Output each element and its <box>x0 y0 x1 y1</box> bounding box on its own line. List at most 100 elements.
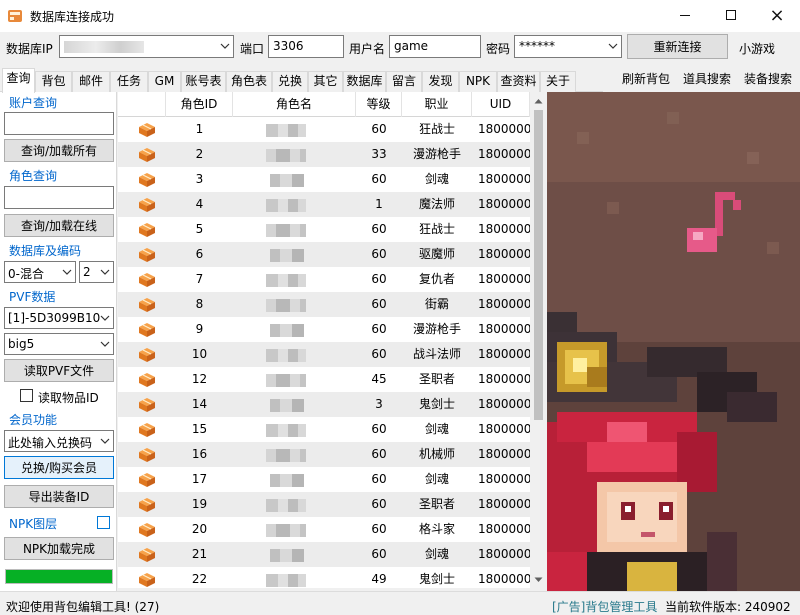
chevron-down-icon <box>100 269 110 275</box>
export-equipment-id-button[interactable]: 导出装备ID <box>4 485 114 508</box>
tab-query[interactable]: 查询 <box>2 68 35 93</box>
icon-column-header[interactable] <box>118 92 166 117</box>
table-row[interactable]: 6 60 驱魔师 1800000 <box>118 242 530 267</box>
level-cell: 33 <box>371 147 387 161</box>
uid-column-header[interactable]: UID <box>472 92 530 117</box>
role-id-cell: 22 <box>191 572 208 586</box>
ad-link[interactable]: [广告]背包管理工具 <box>552 598 657 615</box>
tab-other[interactable]: 其它 <box>308 71 343 92</box>
table-row[interactable]: 3 60 剑魂 1800000 <box>118 167 530 192</box>
redaction-block <box>300 524 306 537</box>
equipment-search-button[interactable]: 装备搜索 <box>744 70 792 87</box>
maximize-button[interactable] <box>708 0 754 30</box>
table-row[interactable]: 1 60 狂战士 18000000 <box>118 117 530 142</box>
tab-lookup[interactable]: 查资料 <box>497 71 540 92</box>
tab-task[interactable]: 任务 <box>110 71 148 92</box>
tab-message[interactable]: 留言 <box>386 71 422 92</box>
query-load-online-button[interactable]: 查询/加载在线 <box>4 214 114 237</box>
role-id-cell: 12 <box>191 372 208 386</box>
tab-about[interactable]: 关于 <box>540 71 576 92</box>
level-cell: 60 <box>371 422 387 436</box>
minimize-button[interactable] <box>662 0 708 30</box>
mini-game-link[interactable]: 小游戏 <box>739 40 775 57</box>
username-input[interactable]: game <box>389 35 481 58</box>
redaction-block <box>292 174 304 187</box>
port-input[interactable]: 3306 <box>268 35 344 58</box>
tab-bag[interactable]: 背包 <box>35 71 72 92</box>
level-cell: 60 <box>371 547 387 561</box>
table-row[interactable]: 10 60 战斗法师 1800000 <box>118 342 530 367</box>
tab-gm[interactable]: GM <box>148 71 181 92</box>
pvf-file-select[interactable]: [1]-5D3099B10 <box>4 307 114 329</box>
role-query-input[interactable] <box>4 186 114 209</box>
table-row[interactable]: 16 60 机械师 1800000 <box>118 442 530 467</box>
npk-loaded-button[interactable]: NPK加载完成 <box>4 537 114 560</box>
role-id-column-header[interactable]: 角色ID <box>166 92 233 117</box>
level-column-header[interactable]: 等级 <box>356 92 402 117</box>
table-row[interactable]: 17 60 剑魂 1800000 <box>118 467 530 492</box>
number-select[interactable]: 2 <box>79 261 114 283</box>
table-row[interactable]: 14 3 鬼剑士 1800000 <box>118 392 530 417</box>
table-row[interactable]: 2 33 漫游枪手 18000000 <box>118 142 530 167</box>
redaction-block <box>298 124 306 137</box>
redaction-block <box>292 549 304 562</box>
uid-cell: 18000000 <box>478 372 530 386</box>
scroll-thumb[interactable] <box>534 110 543 420</box>
query-load-all-button[interactable]: 查询/加载所有 <box>4 139 114 162</box>
tab-account-table[interactable]: 账号表 <box>181 71 226 92</box>
table-row[interactable]: 7 60 复仇者 1800000 <box>118 267 530 292</box>
reconnect-button[interactable]: 重新连接 <box>627 34 728 59</box>
tab-npk[interactable]: NPK <box>459 71 497 92</box>
table-row[interactable]: 20 60 格斗家 1800000 <box>118 517 530 542</box>
npk-layer-checkbox[interactable] <box>97 516 110 529</box>
tab-role-table[interactable]: 角色表 <box>226 71 272 92</box>
buy-member-button[interactable]: 兑换/购买会员 <box>4 456 114 479</box>
table-scrollbar[interactable] <box>530 92 547 588</box>
item-search-button[interactable]: 道具搜索 <box>683 70 731 87</box>
encoding-select[interactable]: big5 <box>4 333 114 355</box>
table-row[interactable]: 4 1 魔法师 1800000 <box>118 192 530 217</box>
account-query-input[interactable] <box>4 112 114 135</box>
db-ip-select[interactable] <box>59 35 234 58</box>
scroll-up-button[interactable] <box>530 92 547 109</box>
table-row[interactable]: 21 60 剑魂 1800000 <box>118 542 530 567</box>
table-row[interactable]: 15 60 剑魂 1800000 <box>118 417 530 442</box>
redaction-block <box>266 424 278 437</box>
redaction-block <box>270 324 280 337</box>
role-id-cell: 19 <box>191 497 208 511</box>
table-row[interactable]: 12 45 圣职者 18000000 <box>118 367 530 392</box>
role-id-cell: 9 <box>195 322 204 336</box>
password-input[interactable]: ****** <box>514 35 622 58</box>
item-box-icon <box>139 548 155 562</box>
uid-cell: 1800000 <box>478 472 530 486</box>
tab-database[interactable]: 数据库 <box>343 71 386 92</box>
role-id-cell: 1 <box>195 122 204 136</box>
role-name-column-header[interactable]: 角色名 <box>233 92 356 117</box>
table-row[interactable]: 22 49 鬼剑士 1800000 <box>118 567 530 588</box>
refresh-bag-button[interactable]: 刷新背包 <box>622 70 670 87</box>
scroll-down-button[interactable] <box>530 571 547 588</box>
tab-mail[interactable]: 邮件 <box>72 71 110 92</box>
uid-cell: 1800000 <box>478 347 530 361</box>
item-box-icon <box>139 373 155 387</box>
table-row[interactable]: 9 60 漫游枪手 1800000 <box>118 317 530 342</box>
mode-select[interactable]: 0-混合 <box>4 261 76 283</box>
table-row[interactable]: 5 60 狂战士 1800000 <box>118 217 530 242</box>
job-cell: 复仇者 <box>418 272 455 286</box>
close-button[interactable]: × <box>754 0 800 30</box>
redaction-block <box>280 549 292 562</box>
read-item-id-checkbox[interactable] <box>20 389 33 402</box>
read-pvf-button[interactable]: 读取PVF文件 <box>4 359 114 382</box>
table-row[interactable]: 19 60 圣职者 1800000 <box>118 492 530 517</box>
level-cell: 60 <box>371 297 387 311</box>
tab-discover[interactable]: 发现 <box>422 71 459 92</box>
role-id-cell: 4 <box>195 197 204 211</box>
chevron-down-icon <box>100 315 110 321</box>
chevron-down-icon <box>100 438 110 444</box>
job-column-header[interactable]: 职业 <box>402 92 472 117</box>
tab-exchange[interactable]: 兑换 <box>272 71 308 92</box>
redaction-block <box>298 424 306 437</box>
redeem-code-input[interactable]: 此处输入兑换码 <box>4 430 114 452</box>
table-row[interactable]: 8 60 街霸 1800000 <box>118 292 530 317</box>
redaction-block <box>276 149 290 162</box>
